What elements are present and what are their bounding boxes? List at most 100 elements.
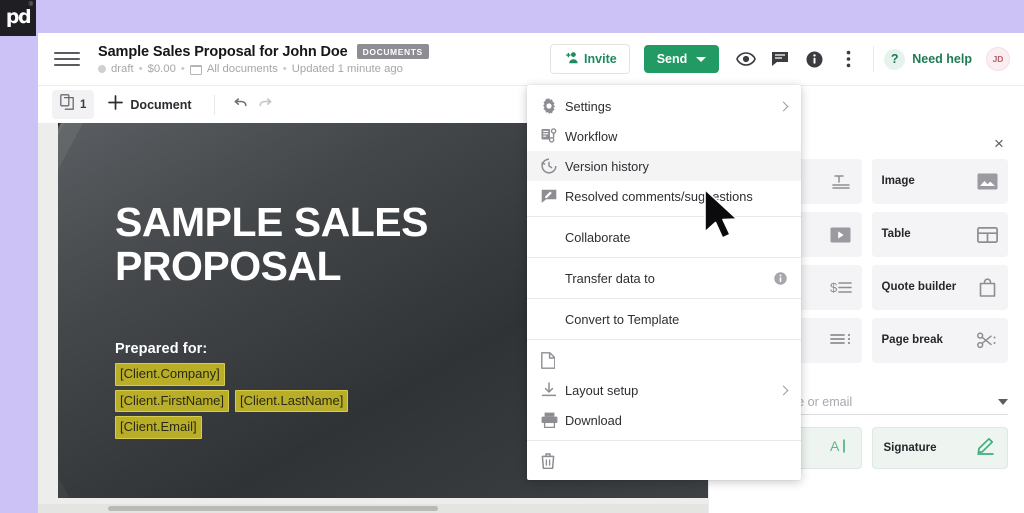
gear-icon bbox=[541, 98, 563, 114]
menu-item-delete[interactable] bbox=[527, 446, 801, 476]
redo-icon[interactable] bbox=[255, 93, 279, 117]
download-icon bbox=[541, 382, 563, 398]
table-icon bbox=[976, 224, 998, 246]
meta-updated: Updated 1 minute ago bbox=[291, 62, 403, 75]
chevron-down-icon[interactable] bbox=[998, 399, 1008, 405]
menu-item-label: Layout setup bbox=[565, 382, 639, 398]
meta-status: draft bbox=[111, 62, 134, 75]
add-document-button[interactable]: Document bbox=[98, 91, 201, 119]
video-icon bbox=[830, 224, 852, 246]
status-dot-icon bbox=[98, 64, 106, 73]
send-button[interactable]: Send bbox=[643, 45, 720, 73]
menu-item-label: Collaborate bbox=[565, 229, 631, 245]
menu-item-version-history[interactable]: Version history bbox=[527, 151, 801, 181]
plus-icon bbox=[108, 94, 124, 115]
block-quote-builder[interactable]: Quote builder bbox=[871, 265, 1008, 310]
text-field-icon: A bbox=[830, 437, 850, 460]
info-icon[interactable] bbox=[797, 42, 831, 76]
workflow-icon bbox=[541, 128, 563, 144]
field-label: Signature bbox=[883, 442, 937, 454]
menu-item-label: Convert to Template bbox=[565, 311, 680, 327]
meta-sep-2: • bbox=[180, 62, 185, 75]
menu-divider bbox=[527, 257, 801, 258]
variable-token[interactable]: [Client.Company] bbox=[115, 362, 225, 386]
close-icon[interactable]: × bbox=[986, 131, 1012, 157]
preview-eye-icon[interactable] bbox=[729, 42, 763, 76]
chevron-right-icon bbox=[778, 385, 789, 395]
field-signature[interactable]: Signature bbox=[871, 427, 1008, 469]
submenu-chevron bbox=[778, 101, 789, 111]
text-block-icon bbox=[830, 171, 852, 193]
document-meta: draft • $0.00 • All documents • Updated … bbox=[98, 63, 429, 75]
menu-divider bbox=[527, 339, 801, 340]
block-label: Page break bbox=[881, 333, 943, 346]
menu-item-transfer-data[interactable]: Transfer data to bbox=[527, 263, 801, 293]
menu-item-collaborate[interactable]: Collaborate bbox=[527, 222, 801, 252]
add-person-icon bbox=[563, 51, 578, 67]
invite-button[interactable]: Invite bbox=[550, 44, 630, 74]
block-image[interactable]: Image bbox=[871, 159, 1008, 204]
meta-folder[interactable]: All documents bbox=[207, 63, 278, 75]
document-options-menu[interactable]: Settings Workflow Version history Resolv… bbox=[527, 85, 801, 480]
variable-token[interactable]: [Client.LastName] bbox=[235, 389, 349, 413]
comment-edit-icon bbox=[541, 189, 563, 204]
svg-text:A: A bbox=[830, 438, 840, 454]
menu-item-settings[interactable]: Settings bbox=[527, 91, 801, 121]
menu-item-download[interactable]: Layout setup bbox=[527, 375, 801, 405]
menu-item-label: Download bbox=[565, 412, 622, 428]
send-label: Send bbox=[656, 52, 688, 66]
comments-icon[interactable] bbox=[763, 42, 797, 76]
token-row-2: [Client.FirstName] [Client.LastName] bbox=[115, 389, 349, 413]
menu-item-resolved-comments[interactable]: Resolved comments/suggestions bbox=[527, 181, 801, 211]
token-row-1: [Client.Company] bbox=[115, 362, 225, 386]
menu-divider bbox=[527, 298, 801, 299]
header-actions: Invite Send ? Need help JD bbox=[550, 42, 1010, 76]
folder-icon bbox=[189, 64, 202, 75]
question-mark-icon: ? bbox=[884, 48, 906, 70]
toolbar-divider bbox=[213, 94, 215, 115]
variable-token[interactable]: [Client.Email] bbox=[115, 416, 202, 440]
meta-amount: $0.00 bbox=[147, 62, 176, 75]
menu-item-workflow[interactable]: Workflow bbox=[527, 121, 801, 151]
printer-icon bbox=[541, 412, 563, 428]
app-header: Sample Sales Proposal for John Doe DOCUM… bbox=[38, 33, 1024, 85]
avatar[interactable]: JD bbox=[986, 47, 1010, 71]
need-help-button[interactable]: ? Need help bbox=[884, 48, 972, 70]
variable-token[interactable]: [Client.FirstName] bbox=[115, 389, 230, 413]
block-label: Quote builder bbox=[881, 280, 957, 293]
menu-item-convert-to-template[interactable]: Convert to Template bbox=[527, 304, 801, 334]
menu-item-label: Workflow bbox=[565, 128, 618, 144]
menu-item-label: Settings bbox=[565, 98, 612, 114]
menu-item-label: Version history bbox=[565, 158, 649, 174]
chevron-right-icon bbox=[778, 101, 789, 111]
hero-title-line2: PROPOSAL bbox=[115, 242, 342, 289]
info-icon[interactable] bbox=[774, 271, 787, 285]
page-count-value: 1 bbox=[80, 98, 87, 111]
image-icon bbox=[976, 171, 998, 193]
page-count-button[interactable]: 1 bbox=[52, 90, 95, 119]
scrollbar-thumb[interactable] bbox=[108, 506, 438, 511]
block-table[interactable]: Table bbox=[871, 212, 1008, 257]
status-badge: DOCUMENTS bbox=[356, 44, 429, 59]
menu-divider bbox=[527, 216, 801, 217]
caret-down-icon[interactable] bbox=[696, 56, 707, 62]
logo-trademark: ® bbox=[28, 2, 33, 8]
menu-item-print[interactable]: Download bbox=[527, 405, 801, 435]
page-icon bbox=[541, 351, 563, 369]
meta-sep-3: • bbox=[282, 62, 287, 75]
more-vertical-icon[interactable] bbox=[831, 42, 865, 76]
clock-history-icon bbox=[541, 158, 563, 174]
hero-title-line1: SAMPLE SALES bbox=[115, 199, 428, 245]
horizontal-scrollbar[interactable] bbox=[38, 504, 708, 513]
undo-icon[interactable] bbox=[227, 93, 251, 117]
app-window: Sample Sales Proposal for John Doe DOCUM… bbox=[38, 33, 1024, 513]
page-title: Sample Sales Proposal for John Doe bbox=[98, 43, 348, 60]
menu-divider bbox=[527, 440, 801, 441]
svg-text:$: $ bbox=[830, 280, 838, 295]
trash-icon bbox=[541, 453, 563, 469]
need-help-label: Need help bbox=[912, 52, 972, 66]
hamburger-icon[interactable] bbox=[54, 46, 80, 72]
header-divider bbox=[873, 46, 875, 72]
block-page-break[interactable]: Page break bbox=[871, 318, 1008, 363]
menu-item-layout-setup[interactable] bbox=[527, 345, 801, 375]
